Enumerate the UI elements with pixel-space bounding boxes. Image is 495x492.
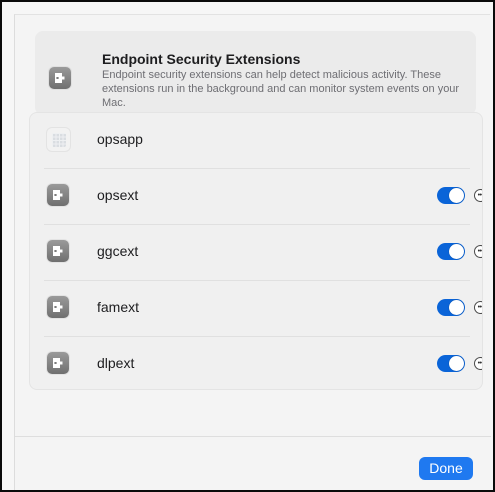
list-item: dlpext ••• [30,337,482,389]
toggle-switch[interactable] [437,299,465,316]
extension-icon [47,296,69,318]
list-item: famext ••• [30,281,482,337]
list-item: ggcext ••• [30,225,482,281]
list-item: opsapp [30,113,482,169]
header-description: Endpoint security extensions can help de… [102,69,460,109]
more-options-icon[interactable]: ••• [474,357,482,370]
extension-name: famext [97,299,140,315]
header-panel: Endpoint Security Extensions Endpoint se… [35,31,476,115]
extension-icon [47,240,69,262]
app-grid-icon [46,127,71,152]
more-options-icon[interactable]: ••• [474,245,482,258]
extension-icon [47,352,69,374]
endpoint-security-sheet: Endpoint Security Extensions Endpoint se… [14,14,491,490]
list-item: opsext ••• [30,169,482,225]
extension-name: opsext [97,187,139,203]
more-options-icon[interactable]: ••• [474,189,482,202]
toggle-switch[interactable] [437,187,465,204]
extension-name: ggcext [97,243,139,259]
extension-icon [49,67,71,89]
window-frame: Endpoint Security Extensions Endpoint se… [0,0,495,492]
extension-name: dlpext [97,355,135,371]
extension-icon [47,184,69,206]
page-title: Endpoint Security Extensions [102,51,301,67]
footer-divider [15,436,491,437]
extension-name: opsapp [97,131,143,147]
toggle-switch[interactable] [437,243,465,260]
more-options-icon[interactable]: ••• [474,301,482,314]
toggle-switch[interactable] [437,355,465,372]
done-button[interactable]: Done [419,457,473,480]
extensions-list: opsapp opsext ••• ggcext ••• famext ••• … [29,112,483,390]
